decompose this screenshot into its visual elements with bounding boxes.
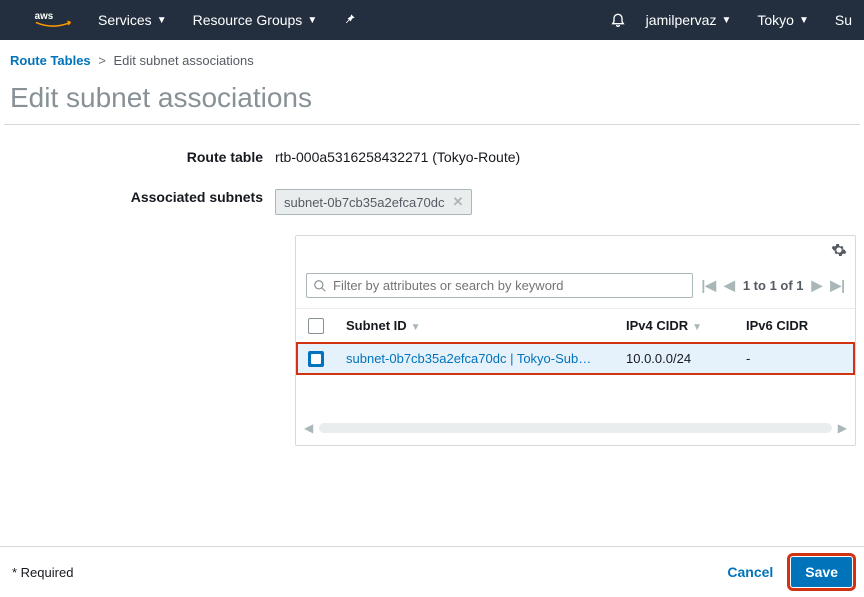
search-box[interactable]	[306, 273, 693, 298]
subnet-tag: subnet-0b7cb35a2efca70dc ✕	[275, 189, 472, 215]
nav-username[interactable]: jamilpervaz ▼	[646, 12, 732, 28]
notification-bell-icon[interactable]	[610, 11, 626, 30]
caret-down-icon: ▼	[799, 15, 809, 26]
row-checkbox[interactable]	[308, 351, 324, 367]
nav-support-label: Su	[835, 12, 852, 28]
col-subnet-id[interactable]: Subnet ID	[346, 318, 407, 333]
footer-bar: * Required Cancel Save	[0, 546, 864, 597]
subnet-table: Subnet ID ▼ IPv4 CIDR ▼ IPv6 CIDR subnet-0…	[296, 308, 855, 375]
pager-prev-icon[interactable]: ◀	[724, 277, 735, 294]
col-ipv4[interactable]: IPv4 CIDR	[626, 318, 688, 333]
cancel-button[interactable]: Cancel	[727, 564, 773, 580]
route-table-label: Route table	[10, 145, 275, 165]
scroll-track[interactable]	[319, 423, 832, 433]
remove-tag-icon[interactable]: ✕	[452, 194, 463, 210]
cell-ipv4: 10.0.0.0/24	[616, 342, 736, 375]
cell-ipv6: -	[736, 342, 855, 375]
col-ipv6[interactable]: IPv6 CIDR	[746, 318, 808, 333]
subnet-link[interactable]: subnet-0b7cb35a2efca70dc | Tokyo-Sub…	[346, 351, 606, 366]
nav-region[interactable]: Tokyo ▼	[757, 12, 808, 28]
sort-icon[interactable]: ▼	[411, 322, 421, 333]
nav-username-label: jamilpervaz	[646, 12, 717, 28]
subnet-table-panel: |◀ ◀ 1 to 1 of 1 ▶ ▶| Subnet ID ▼ IPv4 CI…	[295, 235, 856, 446]
route-table-value: rtb-000a5316258432271 (Tokyo-Route)	[275, 145, 520, 165]
page-title: Edit subnet associations	[0, 68, 864, 124]
nav-services[interactable]: Services ▼	[98, 12, 167, 28]
breadcrumb-separator: >	[98, 53, 106, 68]
search-input[interactable]	[327, 278, 686, 293]
pager: |◀ ◀ 1 to 1 of 1 ▶ ▶|	[701, 277, 845, 294]
pager-first-icon[interactable]: |◀	[701, 277, 716, 294]
gear-icon[interactable]	[831, 242, 847, 263]
sort-icon[interactable]: ▼	[692, 322, 702, 333]
caret-down-icon: ▼	[721, 15, 731, 26]
table-header-row: Subnet ID ▼ IPv4 CIDR ▼ IPv6 CIDR	[296, 309, 855, 343]
breadcrumb: Route Tables > Edit subnet associations	[0, 40, 864, 68]
caret-down-icon: ▼	[157, 15, 167, 26]
horizontal-scrollbar[interactable]: ◀ ▶	[296, 415, 855, 445]
scroll-right-icon[interactable]: ▶	[838, 421, 847, 435]
breadcrumb-root[interactable]: Route Tables	[10, 53, 91, 68]
nav-region-label: Tokyo	[757, 12, 794, 28]
select-all-checkbox[interactable]	[308, 318, 324, 334]
pager-status: 1 to 1 of 1	[743, 278, 804, 293]
pager-next-icon[interactable]: ▶	[812, 277, 823, 294]
nav-resource-groups-label: Resource Groups	[193, 12, 303, 28]
row-associated-subnets: Associated subnets subnet-0b7cb35a2efca7…	[10, 185, 854, 215]
scroll-left-icon[interactable]: ◀	[304, 421, 313, 435]
save-button[interactable]: Save	[791, 557, 852, 587]
svg-text:aws: aws	[35, 11, 54, 22]
caret-down-icon: ▼	[307, 15, 317, 26]
panel-toolbar: |◀ ◀ 1 to 1 of 1 ▶ ▶|	[296, 263, 855, 308]
nav-services-label: Services	[98, 12, 152, 28]
search-icon	[313, 279, 327, 293]
row-route-table: Route table rtb-000a5316258432271 (Tokyo…	[10, 145, 854, 165]
top-nav: aws Services ▼ Resource Groups ▼ jamilpe…	[0, 0, 864, 40]
subnet-tag-label: subnet-0b7cb35a2efca70dc	[284, 195, 444, 210]
nav-support[interactable]: Su	[835, 12, 852, 28]
nav-resource-groups[interactable]: Resource Groups ▼	[193, 12, 318, 28]
associated-subnets-label: Associated subnets	[10, 185, 275, 205]
form-area: Route table rtb-000a5316258432271 (Tokyo…	[0, 125, 864, 446]
aws-logo[interactable]: aws	[34, 9, 72, 31]
pin-icon[interactable]	[343, 12, 357, 29]
pager-last-icon[interactable]: ▶|	[830, 277, 845, 294]
breadcrumb-current: Edit subnet associations	[114, 53, 254, 68]
table-row[interactable]: subnet-0b7cb35a2efca70dc | Tokyo-Sub… 10…	[296, 342, 855, 375]
required-note: * Required	[12, 565, 727, 580]
